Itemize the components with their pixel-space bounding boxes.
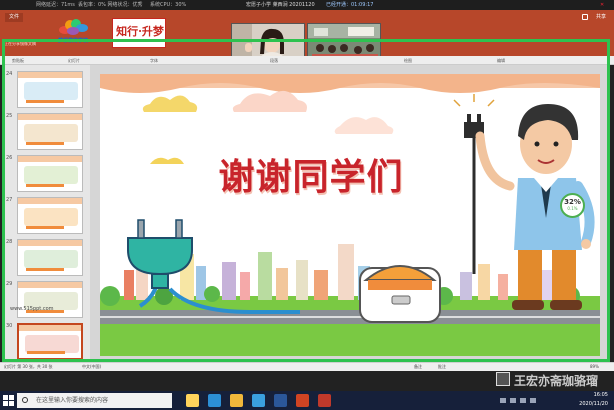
thumbnail-band xyxy=(18,114,82,120)
thumbnail-number: 28 xyxy=(6,239,13,245)
packet-loss: 丢包率：0% 网络状况：优秀 xyxy=(78,2,143,8)
brand-logo: 知行·升梦 ZHIXING SHENGMENG xyxy=(112,18,166,48)
ime-icon[interactable] xyxy=(530,398,536,403)
meeting-duration: 已经开通：01:09:17 xyxy=(326,2,374,8)
thumbnail-image xyxy=(24,166,78,184)
thumbnail-title-bar xyxy=(26,184,64,187)
network-latency: 网络延迟：71ms xyxy=(36,2,75,8)
ribbon-group-paragraph[interactable]: 段落 xyxy=(270,56,278,65)
progress-badge-value: 32% xyxy=(564,198,581,206)
app-icon[interactable] xyxy=(318,394,331,407)
thumbnail-band xyxy=(19,325,81,331)
flower-logo-icon xyxy=(59,19,88,35)
slide-thumbnail[interactable] xyxy=(17,281,83,318)
school-logo-text: 梦想教育学校 xyxy=(57,38,88,44)
thumbnail-number: 29 xyxy=(6,281,13,287)
slide-thumbnail[interactable] xyxy=(17,113,83,150)
thumbnail-image xyxy=(24,124,78,142)
language-indicator: 中文(中国) xyxy=(82,364,102,369)
thumbnail-number: 27 xyxy=(6,197,13,203)
thumbnail-image xyxy=(24,250,78,268)
thumbnail-title-bar xyxy=(26,100,64,103)
thumbnail-image xyxy=(24,208,78,226)
ribbon-group-editing[interactable]: 编辑 xyxy=(497,56,505,65)
slide-thumbnail[interactable] xyxy=(17,239,83,276)
slide-watermark: www.515ppt.com xyxy=(10,306,54,312)
taskbar-search[interactable]: 在这里输入你要搜索的内容 xyxy=(17,393,172,408)
ppt-title-bar: 文件 共享 正在分享镜像文稿 梦想教育学校 知行·升梦 ZHIXING SHEN… xyxy=(0,10,614,65)
thumbnail-title-bar xyxy=(26,142,64,145)
thumbnail-title-bar xyxy=(27,351,65,354)
slide-artwork xyxy=(100,74,600,356)
folder-icon[interactable] xyxy=(186,394,199,407)
comments-button[interactable]: 批注 xyxy=(438,363,446,371)
sharing-notice: 正在分享镜像文稿 xyxy=(4,41,36,46)
slide-thumbnail[interactable] xyxy=(17,323,83,360)
windows-start-icon[interactable] xyxy=(3,395,14,406)
meeting-title: 宏愿子小学 莱西涧 20201120 xyxy=(246,2,315,8)
thumbnail-band xyxy=(18,156,82,162)
thumbnail-title-bar xyxy=(26,226,64,229)
share-button[interactable]: 共享 xyxy=(596,13,606,22)
powerpoint-icon[interactable] xyxy=(296,394,309,407)
slide-thumbnail[interactable] xyxy=(17,197,83,234)
ribbon-group-slides[interactable]: 幻灯片 xyxy=(68,56,80,65)
network-icon[interactable] xyxy=(500,398,506,403)
explorer-icon[interactable] xyxy=(230,394,243,407)
thumbnail-number: 25 xyxy=(6,113,13,119)
file-tab[interactable]: 文件 xyxy=(5,13,23,22)
clock-time: 16:05 xyxy=(593,392,608,398)
corner-watermark: 王宏亦斋珈骆瑠 xyxy=(514,374,599,388)
search-placeholder: 在这里输入你要搜索的内容 xyxy=(36,397,109,404)
thumbnail-band xyxy=(18,72,82,78)
battery-icon[interactable] xyxy=(520,398,526,403)
thumbnail-band xyxy=(18,240,82,246)
ribbon-group-font[interactable]: 字体 xyxy=(150,56,158,65)
thumbnail-band xyxy=(18,282,82,288)
ribbon-group-clipboard[interactable]: 剪贴板 xyxy=(12,56,24,65)
screen: 网络延迟：71ms 丢包率：0% 网络状况：优秀 系统CPU：30% ✕ 文件 … xyxy=(0,0,614,410)
thumbnail-image xyxy=(24,82,78,100)
corner-watermark-icon xyxy=(496,372,510,386)
thumbnail-number: 26 xyxy=(6,155,13,161)
ppt-status-bar: 幻灯片 第 30 张，共 30 张 中文(中国) 备注 批注 89% xyxy=(0,362,614,371)
share-icon[interactable] xyxy=(582,14,588,20)
mail-icon[interactable] xyxy=(252,394,265,407)
word-icon[interactable] xyxy=(274,394,287,407)
clock-date: 2020/11/20 xyxy=(579,401,608,407)
brand-logo-text: 知行·升梦 xyxy=(116,25,164,38)
notes-button[interactable]: 备注 xyxy=(414,363,422,371)
slide-thumbnail[interactable] xyxy=(17,71,83,108)
slide-editor: 谢谢同学们 32% 0.1% xyxy=(90,65,610,363)
cpu-usage: 系统CPU：30% xyxy=(150,2,187,8)
slide-thumbnail-pane: 24 25 26 27 28 29 30 xyxy=(5,65,90,363)
search-icon xyxy=(22,397,28,403)
thumbnail-number: 24 xyxy=(6,71,13,77)
ribbon-group-labels: 剪贴板 幻灯片 字体 段落 绘图 编辑 xyxy=(0,56,614,65)
edge-icon[interactable] xyxy=(208,394,221,407)
windows-taskbar: 在这里输入你要搜索的内容 16:05 2020/11/20 xyxy=(0,391,614,410)
slide-title[interactable]: 谢谢同学们 xyxy=(206,148,416,200)
thumbnail-band xyxy=(18,198,82,204)
progress-badge-sub: 0.1% xyxy=(567,206,578,211)
brand-logo-subtext: ZHIXING SHENGMENG xyxy=(123,38,157,42)
current-slide[interactable]: 谢谢同学们 32% 0.1% xyxy=(100,74,600,356)
school-logo: 梦想教育学校 xyxy=(47,18,99,48)
progress-badge: 32% 0.1% xyxy=(560,193,585,218)
thumbnail-number: 30 xyxy=(6,323,13,329)
thumbnail-title-bar xyxy=(26,268,64,271)
zoom-level[interactable]: 89% xyxy=(590,363,599,371)
slide-position: 幻灯片 第 30 张，共 30 张 xyxy=(4,364,53,369)
slide-thumbnail[interactable] xyxy=(17,155,83,192)
close-icon[interactable]: ✕ xyxy=(600,0,604,10)
volume-icon[interactable] xyxy=(510,398,516,403)
ribbon-group-drawing[interactable]: 绘图 xyxy=(404,56,412,65)
system-tray-clock[interactable]: 16:05 2020/11/20 xyxy=(579,391,608,409)
